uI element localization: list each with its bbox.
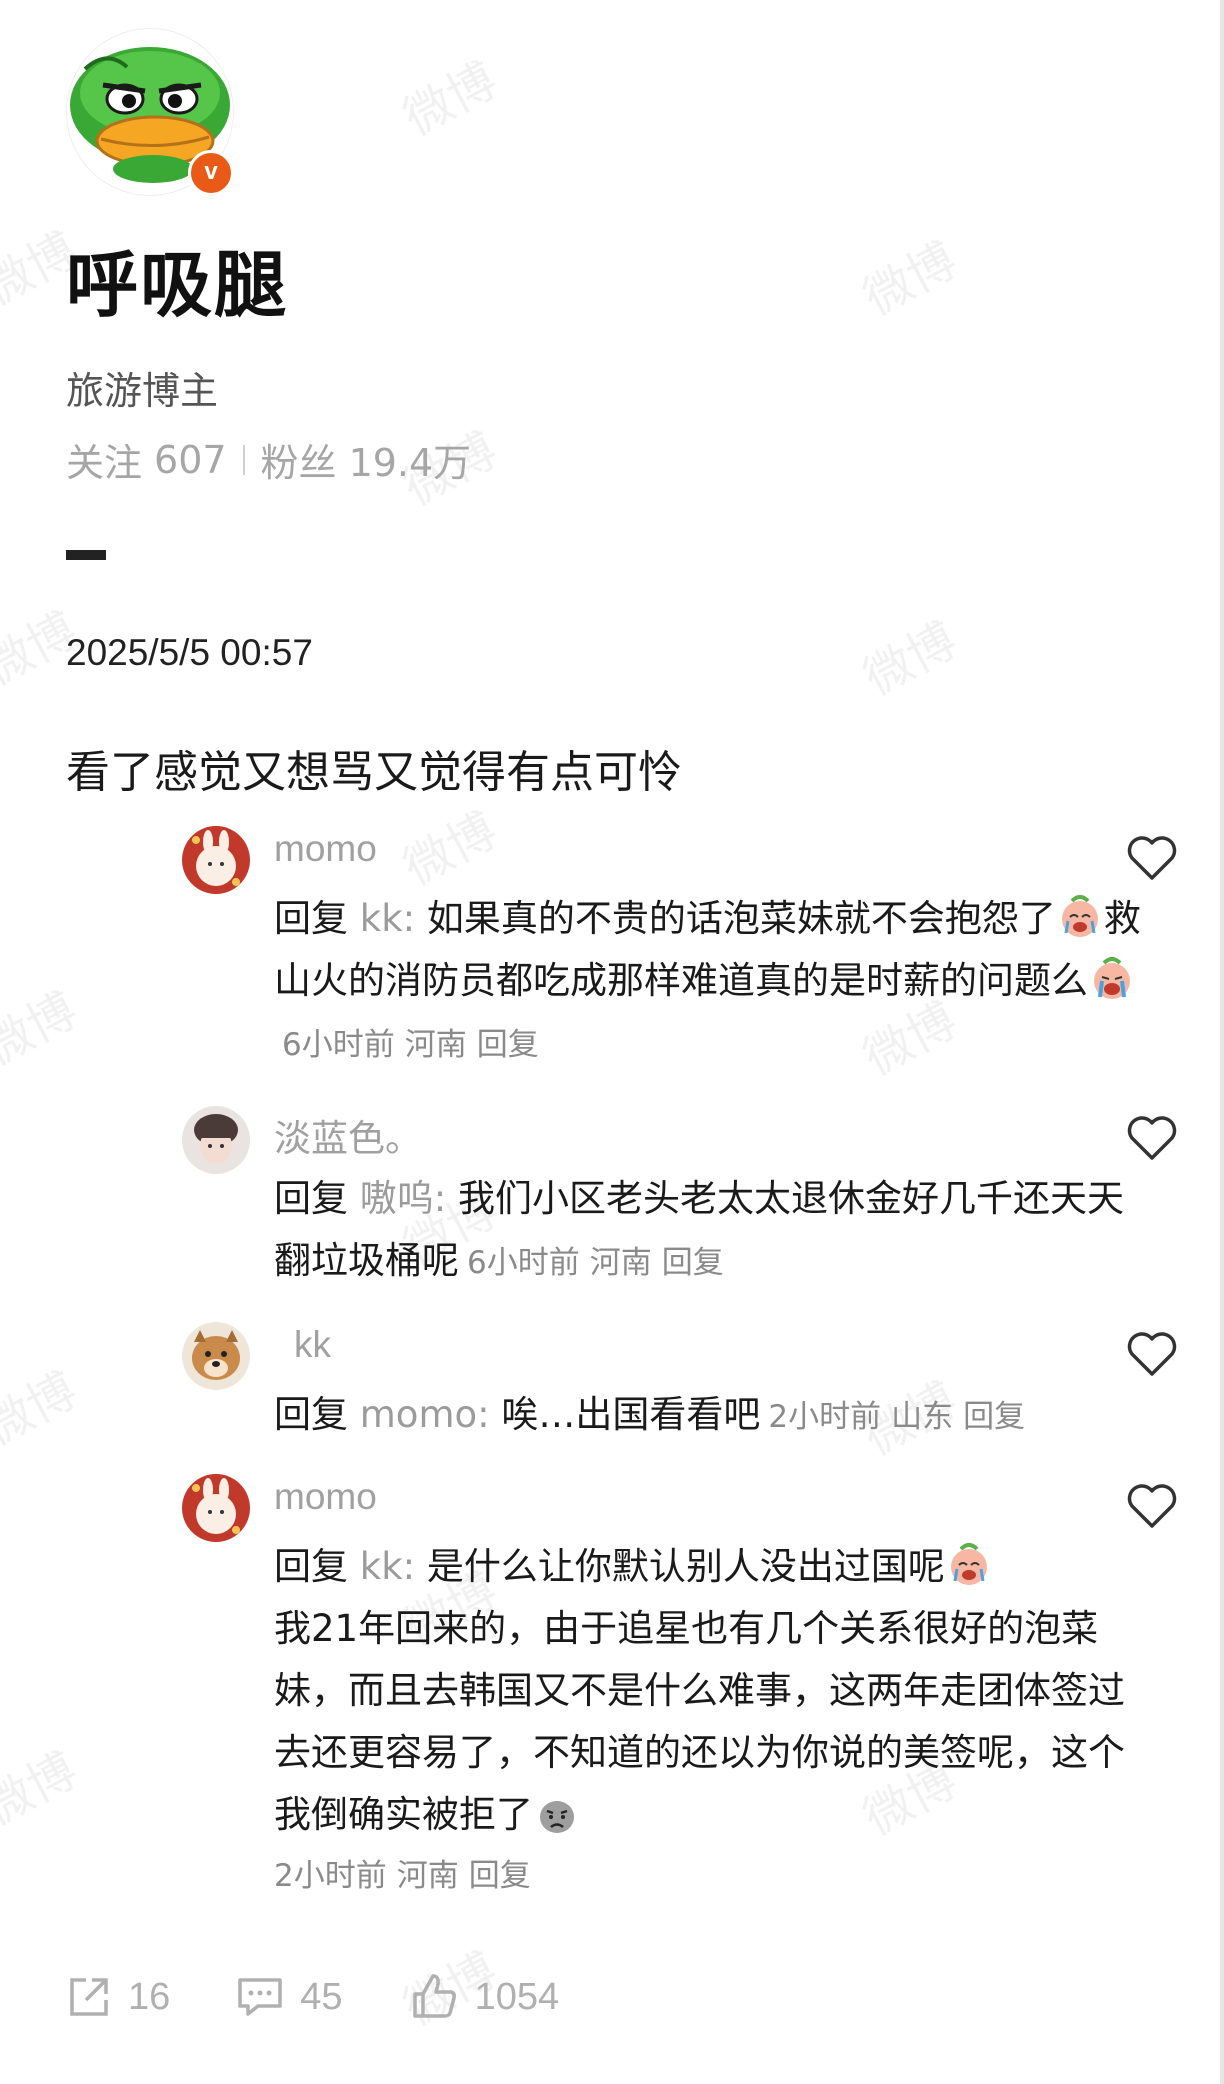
following-count: 607 — [154, 437, 227, 482]
commenter-name[interactable]: momo — [274, 828, 377, 870]
comment-location: 山东 — [891, 1399, 954, 1435]
profile-bio: 旅游博主 — [66, 369, 219, 413]
separator-dash — [66, 550, 106, 560]
watermark: 微博 — [0, 1742, 86, 1837]
sad-face-emoji-icon — [540, 1801, 574, 1833]
reply-prefix: 回复 — [274, 1177, 348, 1220]
comment-body: 回复 momo: 唉…出国看看吧 2小时前 山东 回复 — [274, 1384, 1154, 1448]
reply-target[interactable]: kk — [360, 897, 403, 940]
comment-time: 6小时前 — [467, 1245, 580, 1281]
reply-prefix: 回复 — [274, 1393, 348, 1436]
comment-text: 我21年回来的，由于追星也有几个关系很好的泡菜妹，而且去韩国又不是什么难事，这两… — [274, 1607, 1125, 1836]
like-count: 1054 — [474, 1975, 560, 2018]
comment-text: 是什么让你默认别人没出过国呢 — [426, 1545, 945, 1588]
followers-count: 19.4万 — [348, 441, 472, 485]
post-actions-bar: 16 45 1054 — [66, 1972, 625, 2022]
commenter-name[interactable]: 淡蓝色。 — [274, 1108, 422, 1162]
heart-icon[interactable] — [1126, 1330, 1178, 1378]
heart-icon[interactable] — [1126, 1482, 1178, 1530]
reply-prefix: 回复 — [274, 1545, 348, 1588]
right-edge — [1220, 0, 1224, 2084]
comment-location: 河南 — [589, 1245, 652, 1281]
watermark: 微博 — [854, 232, 966, 327]
watermark: 微博 — [394, 52, 506, 147]
comment-location: 河南 — [396, 1858, 459, 1894]
cry-laugh-emoji-icon — [1061, 895, 1098, 937]
dog-avatar-icon — [182, 1322, 250, 1390]
comment-meta: 2小时前 河南 回复 — [274, 1846, 1154, 1906]
comment-icon — [238, 1978, 283, 2016]
reply-button[interactable]: 回复 — [477, 1027, 539, 1063]
reply-button[interactable]: 回复 — [662, 1245, 724, 1281]
share-count: 16 — [128, 1975, 171, 2018]
comment-body: 回复 kk: 是什么让你默认别人没出过国呢 我21年回来的，由于追星也有几个关系… — [274, 1536, 1154, 1906]
watermark: 微博 — [0, 982, 86, 1077]
reply-target[interactable]: momo — [360, 1393, 477, 1436]
watermark: 微博 — [854, 612, 966, 707]
profile-name[interactable]: 呼吸腿 — [66, 226, 288, 331]
comment-time: 2小时前 — [274, 1858, 387, 1894]
cry-laugh-emoji-icon — [950, 1543, 987, 1585]
rabbit-avatar-icon — [182, 1474, 250, 1542]
comment-meta: 6小时前 河南 回复 — [282, 1027, 549, 1063]
heart-icon[interactable] — [1126, 1114, 1178, 1162]
commenter-name[interactable]: momo — [274, 1476, 377, 1518]
comment-location: 河南 — [404, 1027, 467, 1063]
post-date: 2025/5/5 00:57 — [66, 632, 313, 673]
verified-badge: v — [188, 150, 234, 196]
comment-text: 如果真的不贵的话泡菜妹就不会抱怨了 — [426, 897, 1056, 940]
share-icon — [70, 1978, 108, 2016]
stats-divider — [242, 444, 245, 475]
comment-time: 2小时前 — [768, 1399, 882, 1435]
watermark: 微博 — [0, 1362, 86, 1457]
comment-count: 45 — [300, 1975, 343, 2018]
weibo-post-screenshot: 微博 微博 微博 微博 微博 微博 微博 微博 微博 微博 微博 微博 微博 微… — [0, 0, 1224, 2084]
reply-target[interactable]: 嗷呜 — [360, 1177, 434, 1220]
comment-text: 唉…出国看看吧 — [501, 1393, 761, 1436]
reply-button[interactable]: 回复 — [469, 1858, 531, 1894]
comment-meta: 2小时前 山东 回复 — [768, 1399, 1035, 1435]
comment-body: 回复 嗷呜: 我们小区老头老太太退休金好几千还天天翻垃圾桶呢 6小时前 河南 回复 — [274, 1177, 1124, 1282]
watermark: 微博 — [394, 802, 506, 897]
share-button[interactable]: 16 — [66, 1974, 170, 2020]
commenter-name[interactable]: kk — [294, 1324, 331, 1366]
commenter-avatar[interactable] — [182, 1322, 250, 1390]
post-text: 看了感觉又想骂又觉得有点可怜 — [66, 747, 682, 798]
profile-stats: 关注 607 粉丝 19.4万 — [66, 432, 471, 487]
following-label: 关注 — [66, 441, 143, 485]
thumbs-up-icon — [412, 1974, 456, 2018]
heart-icon[interactable] — [1126, 834, 1178, 882]
rabbit-avatar-icon — [182, 826, 250, 894]
comment-button[interactable]: 45 — [236, 1974, 343, 2020]
followers-label: 粉丝 — [260, 441, 337, 485]
commenter-avatar[interactable] — [182, 826, 250, 894]
commenter-avatar[interactable] — [182, 1474, 250, 1542]
reply-target[interactable]: kk — [360, 1545, 403, 1588]
like-button[interactable]: 1054 — [409, 1972, 560, 2022]
cry-emoji-icon — [1094, 957, 1130, 999]
comment-meta: 6小时前 河南 回复 — [467, 1245, 734, 1281]
comment-time: 6小时前 — [282, 1027, 395, 1063]
reply-prefix: 回复 — [274, 897, 348, 940]
comment-body: 回复 kk: 如果真的不贵的话泡菜妹就不会抱怨了 救山火的消防员都吃成那样难道真… — [274, 895, 1141, 1063]
reply-button[interactable]: 回复 — [963, 1399, 1025, 1435]
person-avatar-icon — [182, 1106, 250, 1174]
commenter-avatar[interactable] — [182, 1106, 250, 1174]
